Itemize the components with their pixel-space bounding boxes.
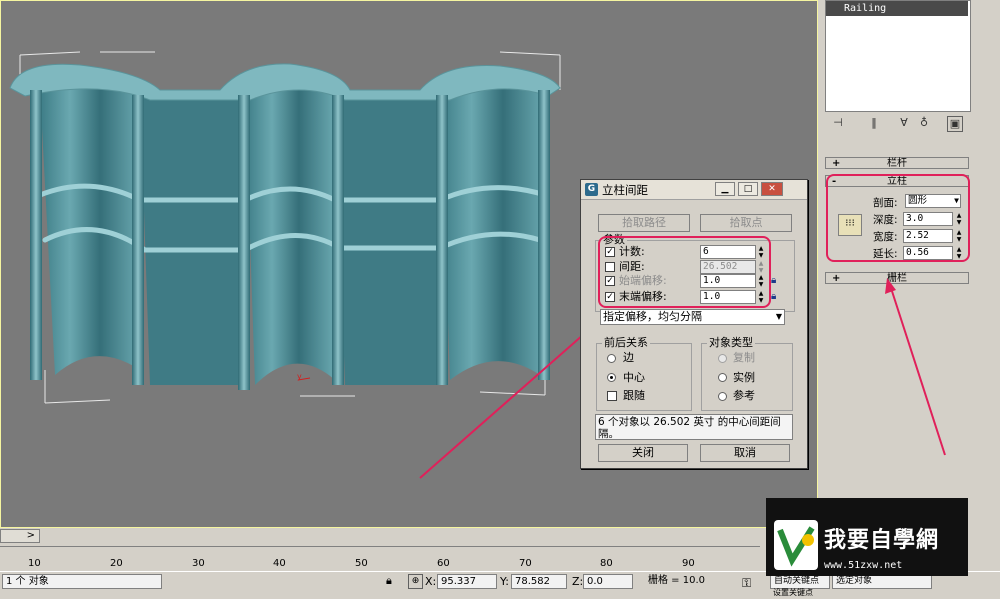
z-label: Z: <box>572 575 584 588</box>
auto-key-button[interactable]: 自动关键点 <box>770 574 830 589</box>
app-icon: G <box>585 183 598 196</box>
rollout-railing[interactable]: + 栏杆 <box>825 157 969 169</box>
tick-label: 20 <box>110 558 123 569</box>
tick-label: 40 <box>273 558 286 569</box>
remove-modifier-icon[interactable]: ♁ <box>917 116 931 130</box>
close-button[interactable]: 关闭 <box>598 444 688 462</box>
modifier-toolbar: ⊣ ‖ ∀ ♁ ▣ <box>825 116 970 134</box>
maximize-button[interactable]: □ <box>738 182 758 196</box>
highlight-post-params <box>826 174 970 262</box>
type-instance-radio[interactable] <box>718 373 727 382</box>
logo-title: 我要自學網 <box>824 528 940 553</box>
track-bar[interactable]: 10 20 30 40 50 60 70 80 90 <box>0 546 760 571</box>
dialog-titlebar[interactable]: G 立柱间距 ▁ □ ✕ <box>581 180 807 200</box>
time-slider[interactable]: > <box>0 529 40 543</box>
logo-url: www.51zxw.net <box>824 560 903 571</box>
svg-text:y: y <box>297 372 302 381</box>
grid-size: 栅格 = 10.0 <box>645 574 735 589</box>
lock-icon[interactable]: 🔒︎ <box>771 275 781 287</box>
selection-count: 1 个 对象 <box>2 574 162 589</box>
context-edge-label: 边 <box>623 351 634 364</box>
show-end-result-icon[interactable]: ‖ <box>867 116 881 130</box>
absolute-mode-icon[interactable]: ⊕ <box>408 574 423 589</box>
z-coordinate-field[interactable]: 0.0 <box>583 574 633 589</box>
chevron-down-icon: ▼ <box>775 312 782 321</box>
tick-label: 30 <box>192 558 205 569</box>
mode-value: 指定偏移，均匀分隔 <box>603 310 702 323</box>
pick-points-button[interactable]: 拾取点 <box>700 214 792 232</box>
lock-icon[interactable]: 🔒︎ <box>771 291 781 303</box>
x-coordinate-field[interactable]: 95.337 <box>437 574 497 589</box>
pin-stack-icon[interactable]: ⊣ <box>831 116 845 130</box>
object-type-group-label: 对象类型 <box>707 336 755 349</box>
close-icon[interactable]: ✕ <box>761 182 783 196</box>
follow-label: 跟随 <box>623 389 645 402</box>
context-group-label: 前后关系 <box>602 336 650 349</box>
post-spacing-dialog[interactable]: G 立柱间距 ▁ □ ✕ 拾取路径 拾取点 参数 ✓ 计数: 6 ▲ ▼ 间距: … <box>580 179 808 469</box>
tick-label: 60 <box>437 558 450 569</box>
make-unique-icon[interactable]: ∀ <box>897 116 911 130</box>
y-coordinate-field[interactable]: 78.582 <box>511 574 567 589</box>
tick-label: 50 <box>355 558 368 569</box>
logo-icon <box>774 520 818 570</box>
pick-path-button[interactable]: 拾取路径 <box>598 214 690 232</box>
tick-label: 70 <box>519 558 532 569</box>
cancel-button[interactable]: 取消 <box>700 444 790 462</box>
tick-label: 90 <box>682 558 695 569</box>
tick-label: 10 <box>28 558 41 569</box>
highlight-params <box>598 236 771 308</box>
follow-checkbox[interactable] <box>607 391 617 401</box>
type-copy-label: 复制 <box>733 351 755 364</box>
type-reference-label: 参考 <box>733 389 755 402</box>
next-frame-icon: > <box>26 530 35 541</box>
type-instance-label: 实例 <box>733 371 755 384</box>
watermark-logo: 我要自學網 www.51zxw.net <box>766 498 968 576</box>
type-reference-radio[interactable] <box>718 392 727 401</box>
lock-selection-icon[interactable]: 🔒︎ <box>386 574 392 588</box>
context-center-radio[interactable] <box>607 373 616 382</box>
mode-dropdown[interactable]: 指定偏移，均匀分隔 ▼ <box>600 309 785 325</box>
tick-label: 80 <box>600 558 613 569</box>
dialog-title: 立柱间距 <box>602 183 648 197</box>
info-text: 6 个对象以 26.502 英寸 的中心间距间隔。 <box>595 414 793 440</box>
type-copy-radio[interactable] <box>718 354 727 363</box>
list-item[interactable]: Railing <box>826 1 968 16</box>
minimize-button[interactable]: ▁ <box>715 182 735 196</box>
x-label: X: <box>425 575 437 588</box>
context-edge-radio[interactable] <box>607 354 616 363</box>
context-center-label: 中心 <box>623 371 645 384</box>
rollout-title: 栏杆 <box>887 158 907 169</box>
object-list[interactable]: Railing <box>825 0 971 112</box>
key-icon[interactable]: ⚿ <box>742 576 751 591</box>
configure-modifier-sets-icon[interactable]: ▣ <box>947 116 963 132</box>
annotation-arrow <box>885 278 946 456</box>
y-label: Y: <box>500 575 509 588</box>
key-filter-dropdown[interactable]: 选定对象 <box>832 574 932 589</box>
